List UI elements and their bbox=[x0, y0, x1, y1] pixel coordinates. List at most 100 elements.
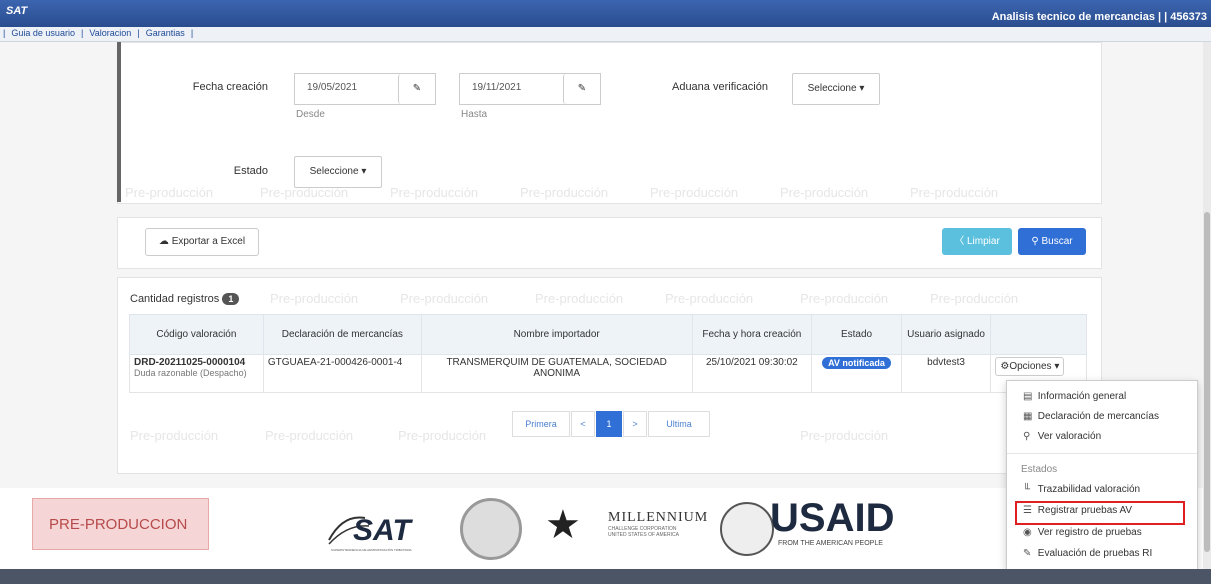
menu-item-label: Ver valoración bbox=[1037, 431, 1102, 442]
panel-accent-bar bbox=[117, 42, 121, 202]
gears-icon: ⚙ bbox=[1000, 361, 1010, 372]
fecha-desde-input[interactable]: 19/05/2021 ✎ bbox=[294, 73, 436, 105]
list-icon: ☰ bbox=[1023, 505, 1032, 516]
vertical-scrollbar[interactable] bbox=[1203, 42, 1211, 569]
header-acciones bbox=[990, 314, 1087, 355]
table-icon: ▦ bbox=[1023, 411, 1033, 422]
header-usuario: Usuario asignado bbox=[900, 314, 992, 355]
hasta-hint: Hasta bbox=[461, 109, 488, 120]
watermark: Pre-producción bbox=[520, 185, 609, 200]
cell-estado: AV notificada bbox=[811, 354, 902, 393]
buscar-button[interactable]: ⚲ Buscar bbox=[1018, 228, 1086, 255]
table-row: DRD-20211025-0000104 Duda razonable (Des… bbox=[129, 354, 1087, 393]
pagination-prev[interactable]: < bbox=[571, 411, 595, 437]
usaid-seal-icon bbox=[720, 502, 774, 556]
pagination-page-1[interactable]: 1 bbox=[596, 411, 622, 437]
limpiar-label: Limpiar bbox=[966, 236, 1000, 247]
eraser-icon[interactable]: ✎ bbox=[398, 74, 435, 104]
menu-item-ver-valoracion[interactable]: ⚲ Ver valoración bbox=[1023, 431, 1101, 442]
results-count: Cantidad registros 1 bbox=[130, 293, 240, 305]
menu-separator: | bbox=[137, 28, 140, 38]
millennium-logo: MILLENNIUM CHALLENGE CORPORATION UNITED … bbox=[608, 510, 708, 550]
filter-panel bbox=[117, 42, 1102, 204]
aduana-verificacion-label: Aduana verificación bbox=[671, 81, 768, 93]
millennium-sub2: UNITED STATES OF AMERICA bbox=[608, 532, 679, 538]
cell-fecha: 25/10/2021 09:30:02 bbox=[691, 354, 813, 393]
menu-item-informacion-general[interactable]: ▤ Información general bbox=[1023, 391, 1126, 402]
menu-item-label: Información general bbox=[1037, 391, 1127, 402]
menu-item-garantias[interactable]: Garantias bbox=[146, 28, 185, 38]
menu-item-guia[interactable]: Guia de usuario bbox=[11, 28, 75, 38]
us-seal-logo bbox=[460, 498, 522, 560]
edit-icon: ✎ bbox=[1023, 548, 1032, 559]
codigo-sub: Duda razonable (Despacho) bbox=[134, 368, 247, 378]
sat-logo-text: SAT bbox=[353, 514, 411, 547]
watermark: Pre-producción bbox=[665, 291, 754, 306]
aduana-select[interactable]: Seleccione ▾ bbox=[792, 73, 880, 105]
menu-section-label: Estados bbox=[1021, 464, 1058, 475]
estado-select[interactable]: Seleccione ▾ bbox=[294, 156, 382, 188]
watermark: Pre-producción bbox=[535, 291, 624, 306]
title-bar: SAT Analisis tecnico de mercancias | | 4… bbox=[0, 0, 1211, 27]
cell-codigo: DRD-20211025-0000104 Duda razonable (Des… bbox=[129, 354, 264, 393]
caret-down-icon: ▾ bbox=[361, 166, 367, 177]
menu-item-label: Evaluación de pruebas RI bbox=[1037, 548, 1153, 559]
desde-hint: Desde bbox=[296, 109, 325, 120]
opciones-dropdown-menu: ▤ Información general ▦ Declaración de m… bbox=[1006, 380, 1198, 570]
eraser-icon[interactable]: ✎ bbox=[563, 74, 600, 104]
star-logo-icon: ★ bbox=[545, 503, 581, 547]
menu-item-label: Trazabilidad valoración bbox=[1037, 484, 1141, 495]
cell-declaracion: GTGUAEA-21-000426-0001-4 bbox=[262, 354, 422, 393]
watermark: Pre-producción bbox=[390, 185, 479, 200]
menu-item-valoracion[interactable]: Valoracion bbox=[89, 28, 131, 38]
watermark: Pre-producción bbox=[650, 185, 739, 200]
header-fecha: Fecha y hora creación bbox=[691, 314, 813, 355]
usaid-sub-text: FROM THE AMERICAN PEOPLE bbox=[778, 540, 883, 547]
estado-label: Estado bbox=[233, 165, 268, 177]
menu-separator: | bbox=[3, 28, 6, 38]
status-badge: AV notificada bbox=[822, 357, 891, 369]
header-importador: Nombre importador bbox=[420, 314, 693, 355]
opciones-button[interactable]: ⚙Opciones ▾ bbox=[995, 357, 1065, 376]
bottom-bar bbox=[0, 569, 1211, 584]
results-count-label: Cantidad registros bbox=[130, 293, 220, 305]
export-excel-label: Exportar a Excel bbox=[171, 236, 246, 247]
limpiar-button[interactable]: 〈 Limpiar bbox=[942, 228, 1012, 255]
menu-separator: | bbox=[190, 28, 194, 38]
menu-item-label: Declaración de mercancías bbox=[1037, 411, 1159, 422]
caret-down-icon: ▾ bbox=[859, 83, 865, 94]
header-declaracion: Declaración de mercancías bbox=[262, 314, 422, 355]
menu-item-declaracion[interactable]: ▦ Declaración de mercancías bbox=[1023, 411, 1159, 422]
menu-item-ver-registro[interactable]: ◉ Ver registro de pruebas bbox=[1023, 527, 1142, 538]
fecha-hasta-input[interactable]: 19/11/2021 ✎ bbox=[459, 73, 601, 105]
buscar-label: Buscar bbox=[1041, 236, 1073, 247]
sat-logo-subtext: SUPERINTENDENCIA DE ADMINISTRACIÓN TRIBU… bbox=[331, 548, 412, 552]
pagination-last[interactable]: Ultima bbox=[648, 411, 710, 437]
pagination-first[interactable]: Primera bbox=[512, 411, 570, 437]
watermark: Pre-producción bbox=[400, 291, 489, 306]
results-count-badge: 1 bbox=[222, 293, 240, 305]
opciones-label: Opciones bbox=[1009, 361, 1052, 372]
fecha-creacion-label: Fecha creación bbox=[192, 81, 268, 93]
fecha-hasta-value: 19/11/2021 bbox=[472, 82, 522, 93]
menu-item-trazabilidad[interactable]: ╙ Trazabilidad valoración bbox=[1023, 484, 1140, 495]
usaid-logo-text: USAID bbox=[770, 496, 895, 540]
search-icon: ⚲ bbox=[1023, 431, 1031, 442]
fecha-desde-value: 19/05/2021 bbox=[307, 82, 358, 93]
menu-item-label: Ver registro de pruebas bbox=[1037, 527, 1142, 538]
cloud-download-icon: ☁ bbox=[158, 236, 169, 247]
export-excel-button[interactable]: ☁ Exportar a Excel bbox=[145, 228, 259, 256]
table-header-row: Código valoración Declaración de mercanc… bbox=[129, 314, 1087, 355]
window-title: Analisis tecnico de mercancias | | 45637… bbox=[991, 11, 1207, 23]
scrollbar-thumb[interactable] bbox=[1204, 212, 1210, 552]
watermark: Pre-producción bbox=[780, 185, 869, 200]
watermark: Pre-producción bbox=[800, 291, 889, 306]
pagination-next[interactable]: > bbox=[623, 411, 647, 437]
app-logo: SAT bbox=[6, 5, 28, 17]
menu-item-registrar-pruebas[interactable]: ☰ Registrar pruebas AV bbox=[1023, 505, 1132, 516]
estado-select-value: Seleccione bbox=[309, 166, 359, 177]
search-icon: ⚲ bbox=[1031, 236, 1039, 247]
watermark: Pre-producción bbox=[270, 291, 359, 306]
header-estado: Estado bbox=[811, 314, 902, 355]
menu-item-evaluacion[interactable]: ✎ Evaluación de pruebas RI bbox=[1023, 548, 1152, 559]
